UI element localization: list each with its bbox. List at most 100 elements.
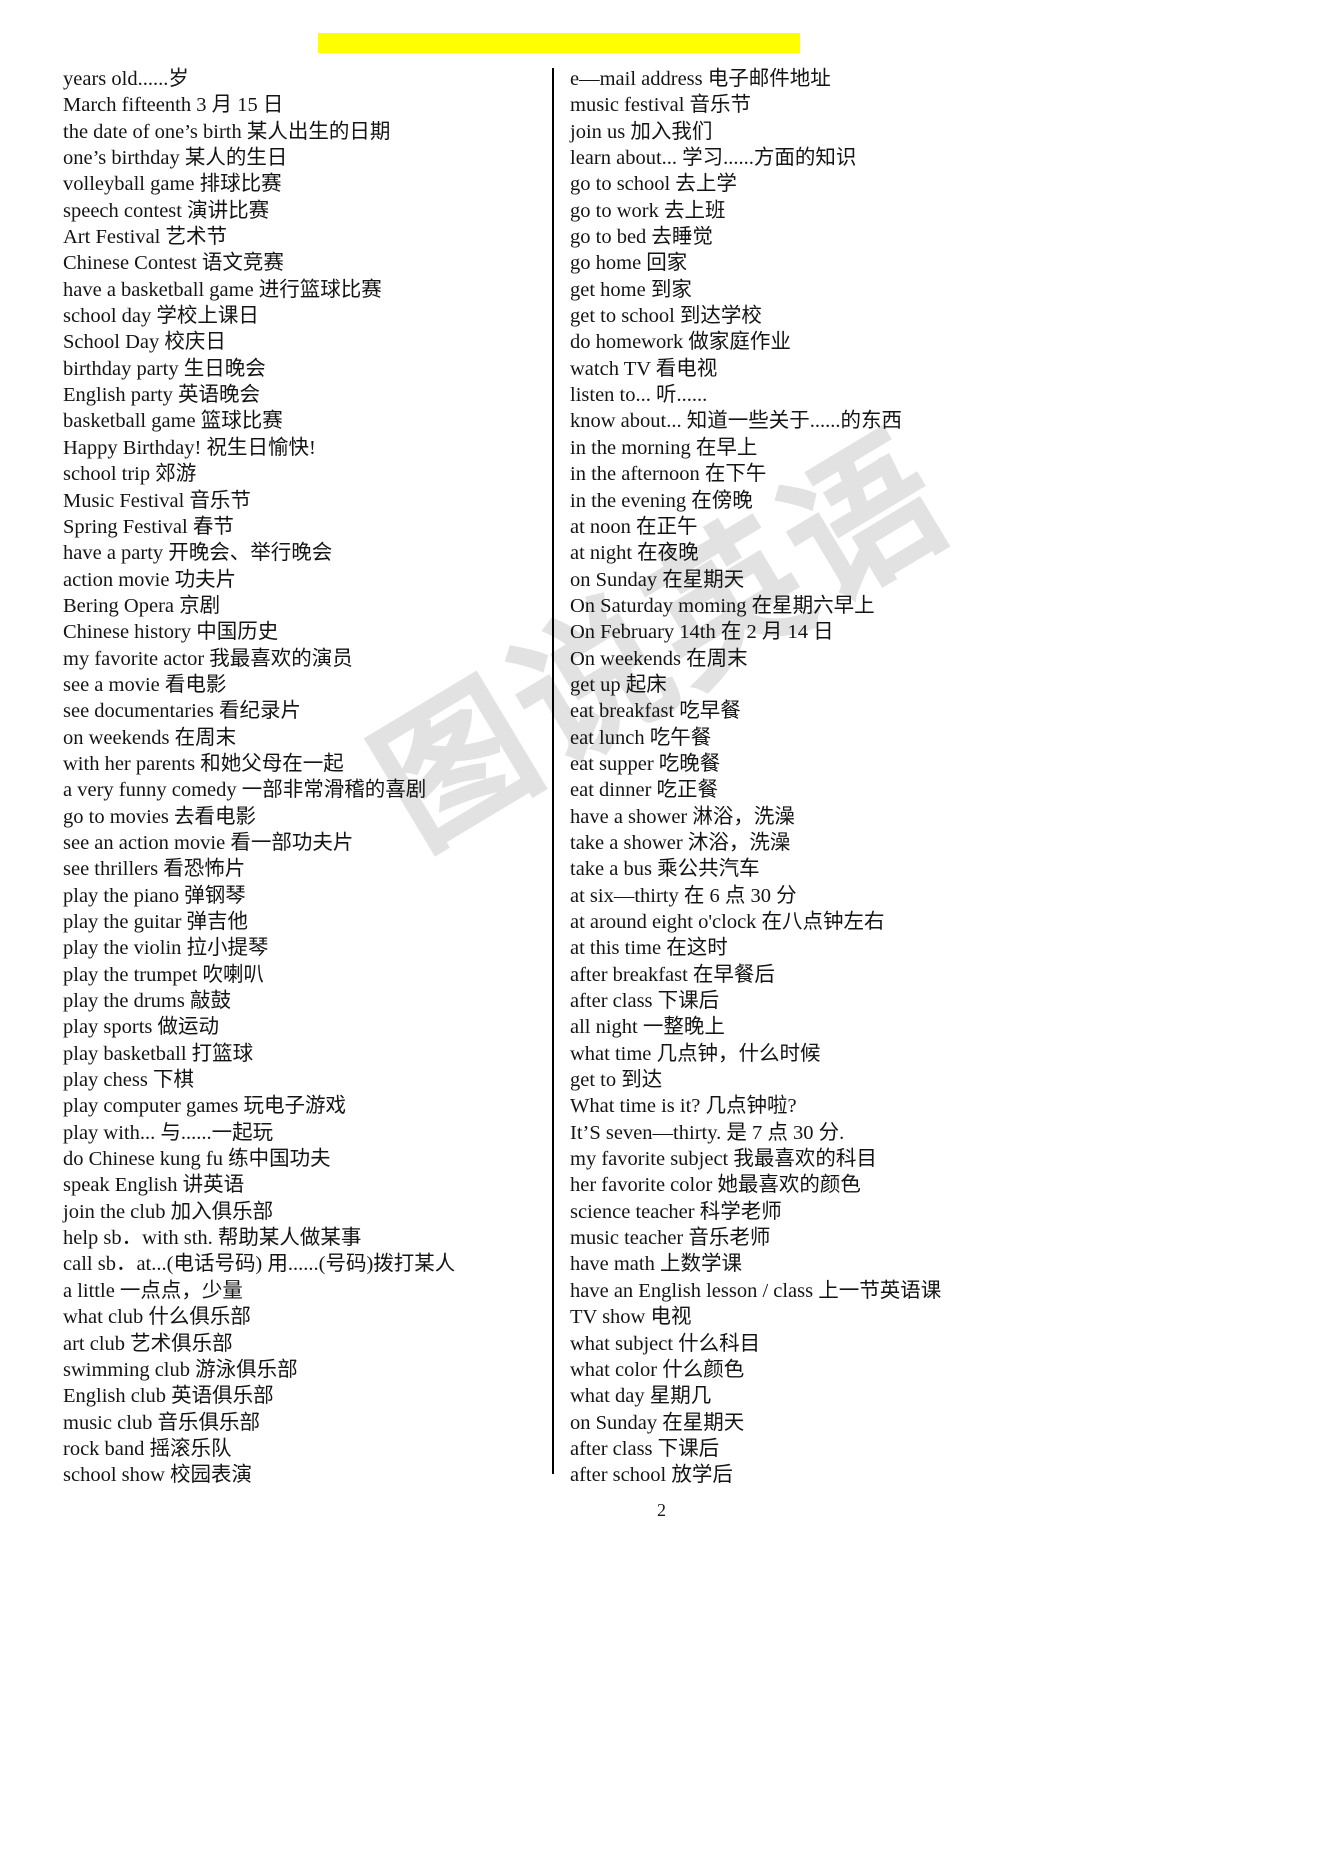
vocab-entry-right: get up 起床 [570,673,667,696]
vocab-entry-left: action movie 功夫片 [63,568,237,591]
vocab-entry-right: get to 到达 [570,1069,663,1092]
vocab-entry-right: go to bed 去睡觉 [570,226,713,249]
vocab-entry-right: at noon 在正午 [570,515,698,538]
vocab-entry-left: see thrillers 看恐怖片 [63,858,246,881]
vocab-entry-left: English club 英语俱乐部 [63,1385,274,1408]
vocab-entry-right: what time 几点钟，什么时候 [570,1042,821,1065]
vocab-entry-left: do Chinese kung fu 练中国功夫 [63,1148,331,1171]
vocab-entry-left: play the piano 弹钢琴 [63,884,246,907]
vocab-entry-right: after class 下课后 [570,1437,720,1460]
vocab-entry-right: at around eight o'clock 在八点钟左右 [570,911,885,933]
vocab-entry-right: TV show 电视 [570,1306,692,1329]
vocab-entry-left: art club 艺术俱乐部 [63,1332,233,1355]
vocab-entry-left: a little 一点点，少量 [63,1279,243,1302]
vocab-entry-left: volleyball game 排球比赛 [63,173,282,196]
vocab-entry-right: all night 一整晚上 [570,1016,725,1039]
vocab-entry-left: years old......岁 [63,68,189,90]
vocab-entry-left: basketball game 篮球比赛 [63,410,283,433]
vocab-entry-left: see an action movie 看一部功夫片 [63,831,354,854]
vocab-entry-right: get to school 到达学校 [570,305,762,328]
vocab-entry-left: join the club 加入俱乐部 [63,1200,274,1223]
vocab-entry-left: Chinese history 中国历史 [63,621,279,644]
vocab-entry-left: school day 学校上课日 [63,305,259,328]
vocab-entry-left: play sports 做运动 [63,1016,220,1039]
vocab-entry-right: in the morning 在早上 [570,436,758,459]
vocab-entry-left: school trip 郊游 [63,463,197,486]
vocab-entry-left: play chess 下棋 [63,1069,194,1092]
vocab-entry-left: on weekends 在周末 [63,726,237,749]
vocab-entry-left: School Day 校庆日 [63,331,226,354]
vocab-entry-right: have a shower 淋浴，洗澡 [570,805,795,828]
vocab-entry-right: eat supper 吃晚餐 [570,752,721,775]
vocab-entry-right: what color 什么颜色 [570,1358,745,1381]
vocab-entry-left: Bering Opera 京剧 [63,594,221,617]
vocab-entry-left: Spring Festival 春节 [63,515,234,538]
vocab-entry-left: see documentaries 看纪录片 [63,700,301,723]
vocab-entry-right: after class 下课后 [570,990,720,1013]
vocab-entry-right: On February 14th 在 2 月 14 日 [570,621,834,644]
right-column: e—mail address 电子邮件地址 music festival 音乐节 j… [570,66,1070,1489]
vocab-entry-left: with her parents 和她父母在一起 [63,752,344,775]
page-number: 2 [657,1500,666,1520]
vocab-entry-right: do homework 做家庭作业 [570,331,791,354]
vocab-entry-left: school show 校园表演 [63,1464,253,1487]
vocab-entry-right: eat lunch 吃午餐 [570,726,712,749]
vocab-entry-right: take a shower 沐浴，洗澡 [570,831,791,854]
vocab-entry-right: go to work 去上班 [570,199,726,222]
vocab-entry-right: take a bus 乘公共汽车 [570,858,760,881]
vocab-entry-right: music teacher 音乐老师 [570,1227,771,1250]
vocab-entry-right: music festival 音乐节 [570,94,752,117]
document-page: 图说英语 years old......岁 March fifteenth 3 月… [0,0,1323,1871]
vocab-entry-right: join us 加入我们 [570,120,713,143]
vocab-entry-right: her favorite color 她最喜欢的颜色 [570,1174,861,1197]
vocab-entry-right: eat breakfast 吃早餐 [570,700,741,723]
left-column: years old......岁 March fifteenth 3 月 15 日… [63,66,533,1489]
vocab-entry-left: March fifteenth 3 月 15 日 [63,94,284,117]
vocab-entry-left: play the drums 敲鼓 [63,990,231,1013]
vocab-entry-left: play basketball 打篮球 [63,1042,254,1065]
vocab-entry-left: Chinese Contest 语文竞赛 [63,252,284,275]
vocab-entry-left: play computer games 玩电子游戏 [63,1095,346,1118]
vocab-entry-right: in the evening 在傍晚 [570,489,753,512]
vocab-entry-right: after school 放学后 [570,1464,733,1487]
vocab-entry-right: On weekends 在周末 [570,647,748,670]
vocab-entry-left: what club 什么俱乐部 [63,1306,251,1329]
vocab-entry-left: play the guitar 弹吉他 [63,911,249,933]
vocab-entry-left: speech contest 演讲比赛 [63,199,270,222]
vocab-entry-right: have math 上数学课 [570,1253,742,1276]
vocab-entry-right: learn about... 学习......方面的知识 [570,147,857,170]
vocab-entry-left: birthday party 生日晚会 [63,357,266,380]
vocab-entry-left: play the trumpet 吹喇叭 [63,963,264,986]
vocab-entry-right: go home 回家 [570,252,688,275]
vocab-entry-right: watch TV 看电视 [570,357,718,380]
vocab-entry-right: my favorite subject 我最喜欢的科目 [570,1148,877,1171]
vocab-entry-left: have a party 开晚会、举行晚会 [63,542,333,565]
vocab-entry-left: call sb．at...(电话号码) 用......(号码)拨打某人 [63,1253,456,1276]
vocab-entry-left: see a movie 看电影 [63,673,227,696]
vocab-entry-left: speak English 讲英语 [63,1174,245,1197]
vocab-entry-right: get home 到家 [570,278,692,301]
vocab-entry-right: on Sunday 在星期天 [570,568,745,591]
vocab-entry-right: in the afternoon 在下午 [570,463,767,486]
vocab-entry-left: play with... 与......一起玩 [63,1121,274,1144]
vocab-entry-left: play the violin 拉小提琴 [63,937,269,960]
vocab-entry-left: a very funny comedy 一部非常滑稽的喜剧 [63,779,427,802]
vocab-entry-right: e—mail address 电子邮件地址 [570,68,831,90]
vocab-entry-left: the date of one’s birth 某人出生的日期 [63,120,391,143]
vocab-entry-right: at night 在夜晚 [570,542,699,565]
vocab-entry-right: at this time 在这时 [570,937,728,960]
vocab-entry-left: one’s birthday 某人的生日 [63,147,288,170]
vocab-entry-right: eat dinner 吃正餐 [570,779,719,802]
vocab-entry-right: It’S seven—thirty. 是 7 点 30 分. [570,1121,845,1144]
column-divider [552,68,554,1474]
vocab-entry-left: Music Festival 音乐节 [63,489,251,512]
vocab-entry-left: go to movies 去看电影 [63,805,257,828]
vocab-entry-right: science teacher 科学老师 [570,1200,782,1223]
vocab-entry-right: go to school 去上学 [570,173,737,196]
vocab-entry-right: what day 星期几 [570,1385,712,1408]
vocab-entry-right: what subject 什么科目 [570,1332,761,1355]
vocab-entry-right: have an English lesson / class 上一节英语课 [570,1279,942,1302]
vocab-entry-left: swimming club 游泳俱乐部 [63,1358,298,1381]
vocab-entry-right: On Saturday moming 在星期六早上 [570,594,875,617]
vocab-entry-right: listen to... 听...... [570,384,708,407]
